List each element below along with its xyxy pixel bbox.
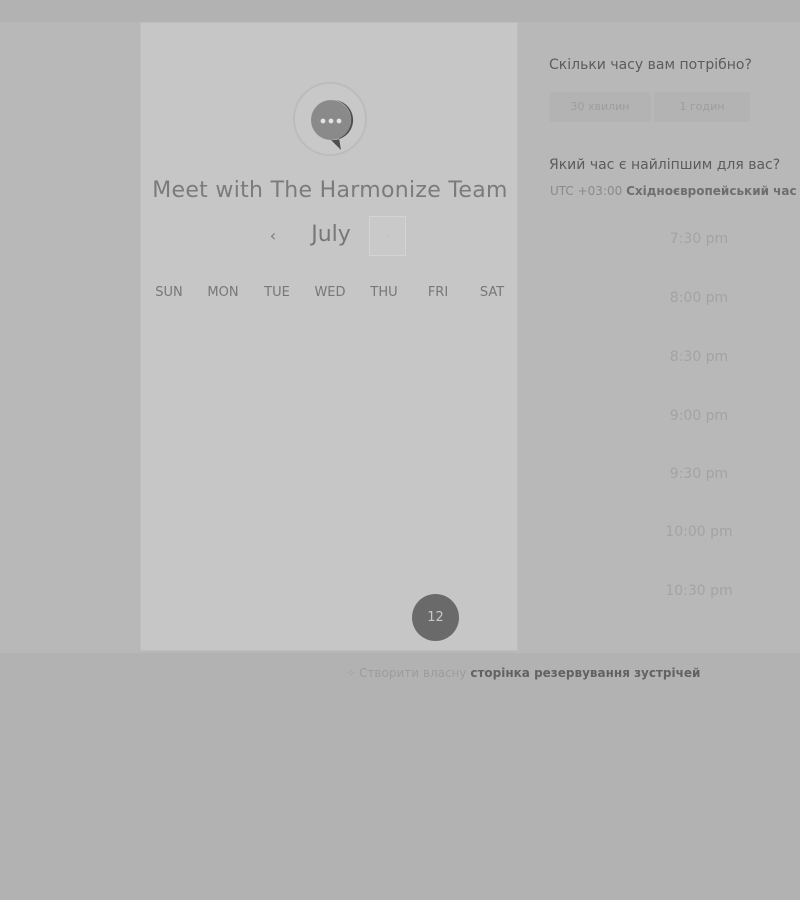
timezone-name: Східноєвропейський час — [626, 184, 797, 198]
time-slot[interactable]: 7:30 pm — [620, 231, 778, 247]
time-question: Який час є найліпшим для вас? — [549, 157, 781, 173]
time-slot[interactable]: 8:00 pm — [620, 290, 778, 306]
weekday-tue: TUE — [264, 285, 290, 300]
time-slot[interactable]: 8:30 pm — [620, 349, 778, 365]
meeting-title: Meet with The Harmonize Team — [152, 178, 508, 203]
chat-bubble-logo-icon — [293, 82, 367, 156]
weekday-sat: SAT — [479, 285, 505, 300]
weekday-mon: MON — [207, 285, 239, 300]
booking-card: Meet with The Harmonize Team ‹ July › SU… — [140, 22, 518, 651]
weekday-fri: FRI — [427, 285, 449, 300]
next-month-button[interactable]: › — [369, 216, 406, 256]
duration-30-min-button[interactable]: 30 хвилин — [549, 92, 651, 122]
footer-promo: ✧ Створити власну сторінка резервування з… — [346, 666, 700, 680]
month-label: July — [311, 222, 351, 247]
time-slot[interactable]: 10:30 pm — [620, 583, 778, 599]
prev-month-button[interactable]: ‹ — [261, 224, 285, 248]
weekday-header: SUN MON TUE WED THU FRI SAT — [142, 285, 520, 303]
duration-question: Скільки часу вам потрібно? — [549, 57, 752, 73]
duration-1-hour-button[interactable]: 1 годин — [654, 92, 750, 122]
time-slot[interactable]: 9:30 pm — [620, 466, 778, 482]
weekday-thu: THU — [370, 285, 398, 300]
footer-prefix: Створити власну — [359, 666, 467, 680]
weekday-sun: SUN — [155, 285, 183, 300]
time-slot[interactable]: 9:00 pm — [620, 408, 778, 424]
booking-page-link[interactable]: сторінка резервування зустрічей — [470, 666, 700, 680]
timezone: UTC +03:00 Східноєвропейський час — [550, 184, 797, 198]
month-navigation: ‹ July › — [141, 216, 519, 260]
selected-day[interactable]: 12 — [412, 594, 459, 641]
timezone-offset: UTC +03:00 — [550, 184, 623, 198]
sparkle-icon: ✧ — [346, 666, 357, 680]
weekday-wed: WED — [314, 285, 346, 300]
time-slot[interactable]: 10:00 pm — [620, 524, 778, 540]
